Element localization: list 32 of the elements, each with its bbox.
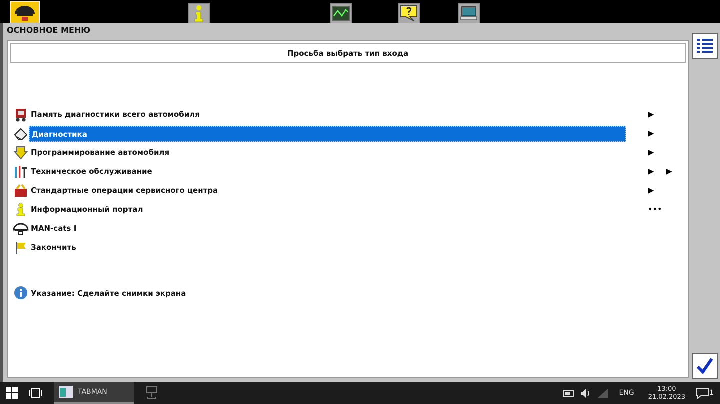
submenu-indicator: ▶ — [648, 148, 654, 158]
logo-icon — [13, 4, 37, 22]
submenu-indicator: ••• — [648, 204, 662, 214]
list-icon — [696, 37, 714, 55]
car-memory-icon — [13, 108, 29, 122]
tab[interactable] — [330, 3, 352, 23]
flag-icon — [13, 240, 29, 254]
submenu-indicator: ▶ — [648, 166, 654, 176]
notification-icon — [696, 388, 709, 398]
battery-icon[interactable] — [563, 390, 576, 396]
info-icon — [193, 4, 205, 22]
monitor-icon — [332, 6, 350, 21]
tab[interactable] — [458, 3, 480, 23]
tab[interactable] — [398, 3, 420, 23]
checkmark-icon — [696, 357, 714, 375]
submenu-indicator: ▶ — [648, 186, 654, 196]
tools-icon — [13, 164, 29, 178]
info-icon — [13, 286, 29, 300]
submenu-indicator: ▶ — [648, 128, 654, 138]
list-button[interactable] — [692, 33, 718, 59]
computer-icon — [460, 6, 478, 21]
screen-title: ОСНОВНОЕ МЕНЮ — [7, 26, 91, 37]
logo-icon — [13, 222, 29, 236]
submenu-indicator: ▶ — [648, 110, 654, 120]
toolbox-icon — [13, 184, 29, 198]
speaker-icon[interactable] — [581, 388, 592, 398]
eraser-icon — [13, 126, 29, 140]
app-icon — [59, 386, 73, 398]
submenu-indicator: ▶ — [666, 166, 672, 176]
confirm-button[interactable] — [692, 353, 718, 379]
arrow-down-icon — [13, 146, 29, 160]
help-icon — [400, 5, 418, 22]
